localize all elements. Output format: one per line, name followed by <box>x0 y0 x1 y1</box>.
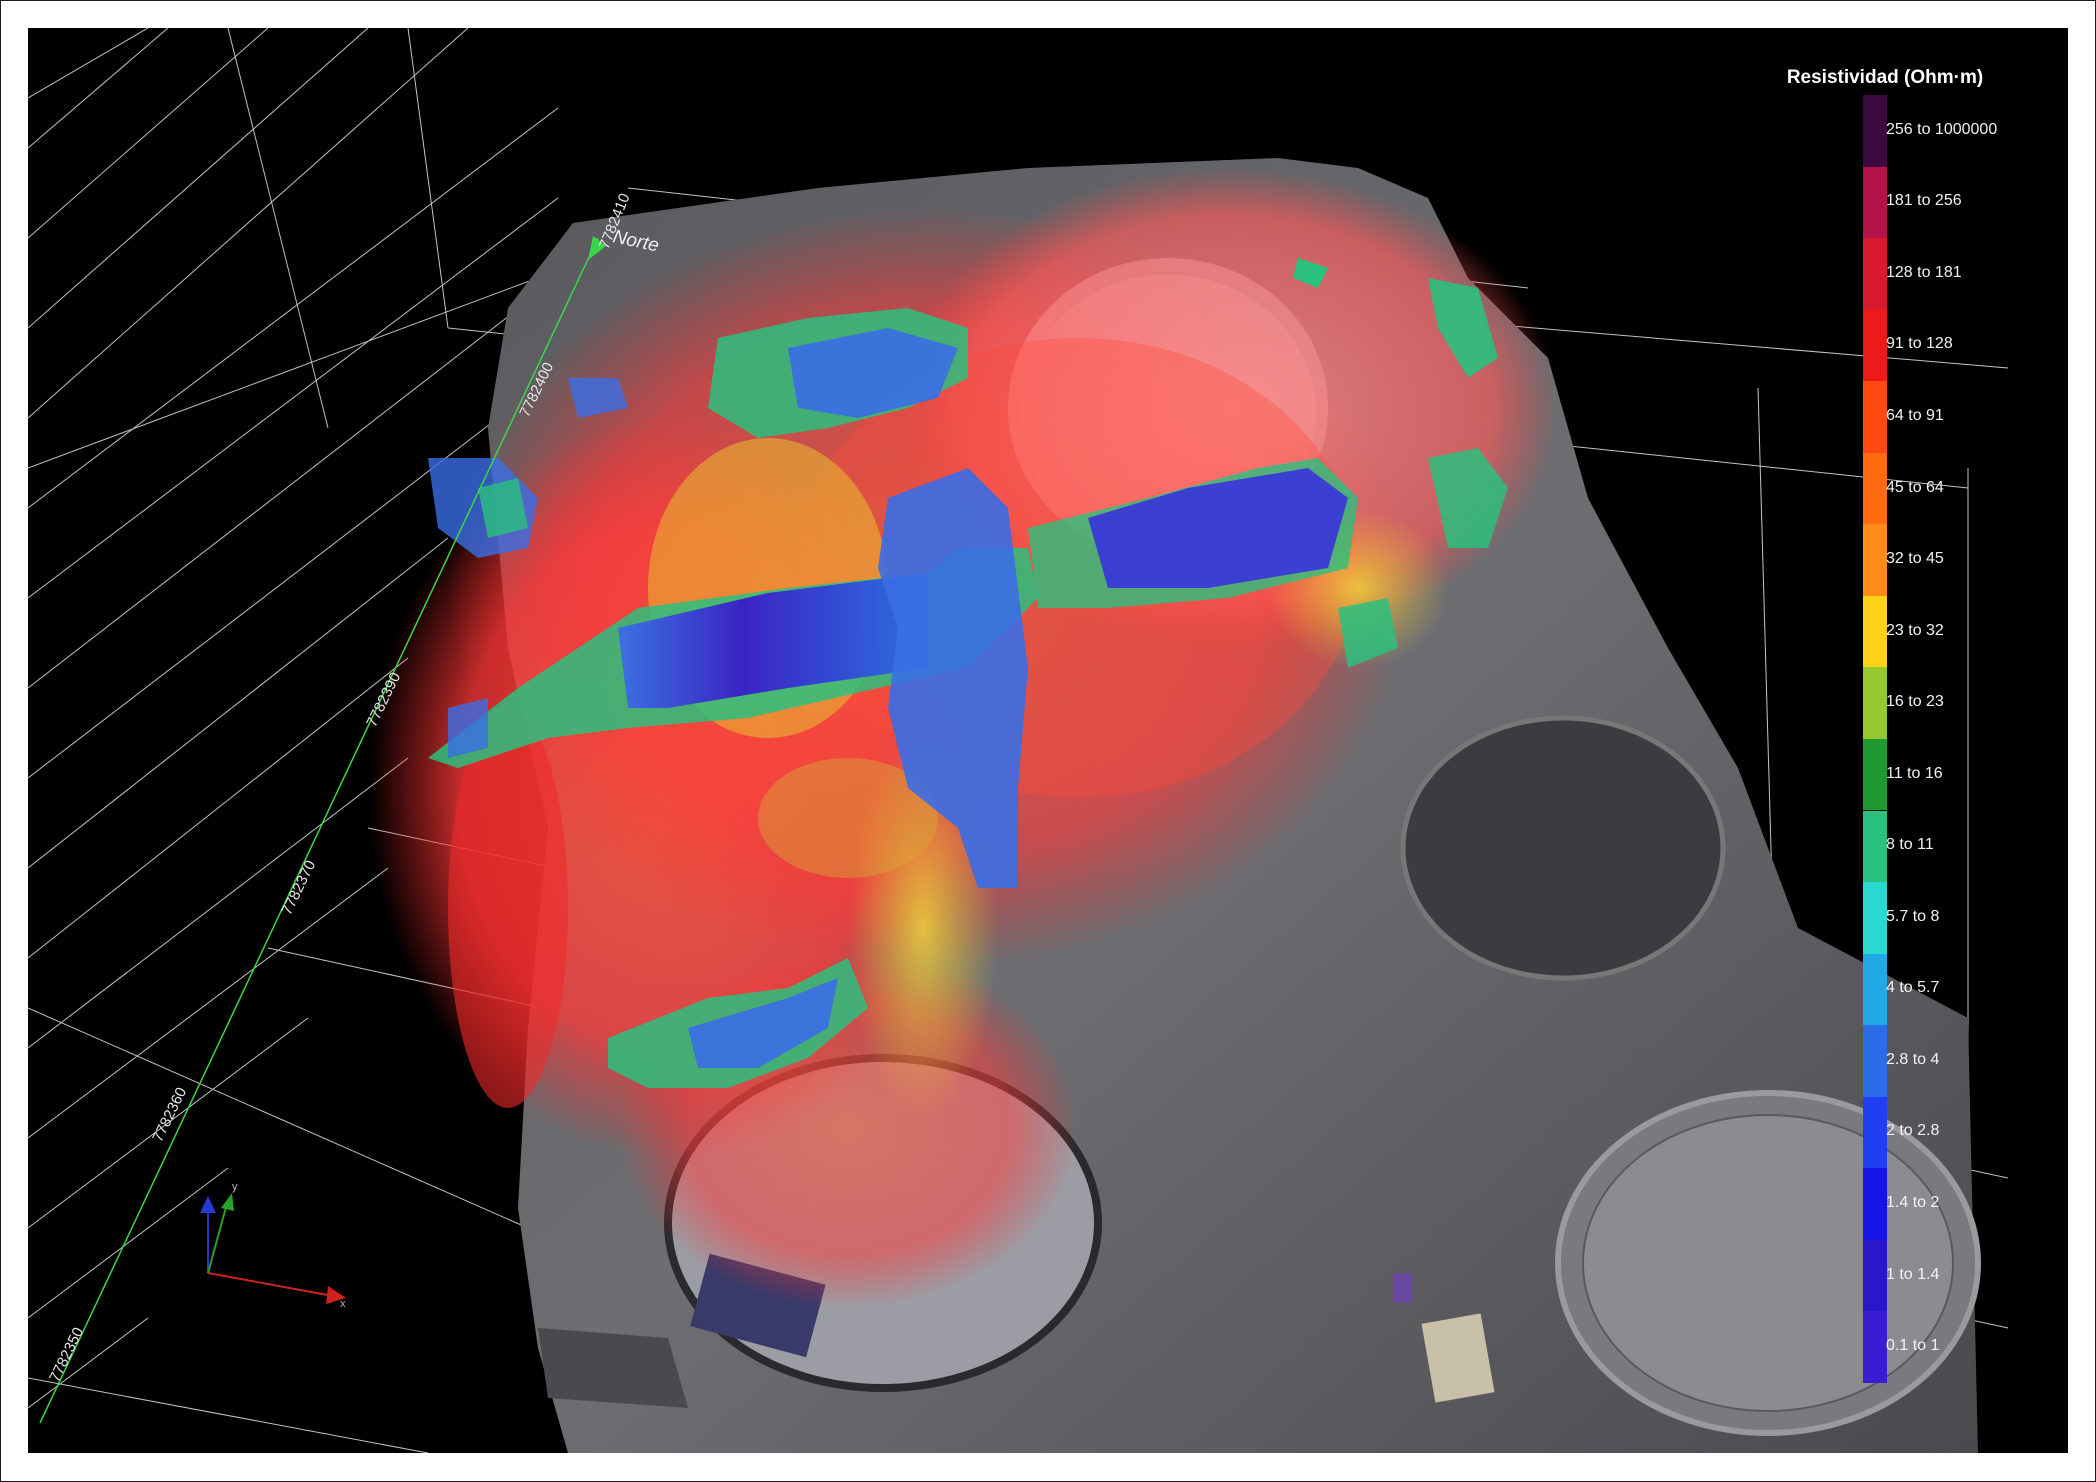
resistivity-3d-scene[interactable]: Norte 7782410 7782400 7782390 7782370 77… <box>28 28 2068 1453</box>
tank-outline <box>1400 715 1726 981</box>
grid-label: 7782360 <box>149 1085 190 1145</box>
z-axis-arrow-icon <box>200 1196 216 1213</box>
x-axis-letter: x <box>340 1298 346 1310</box>
grid-label: 7782350 <box>46 1325 87 1385</box>
orientation-triad: x y <box>200 1181 346 1310</box>
y-axis-arrow-icon <box>221 1193 234 1211</box>
3d-viewport[interactable]: Norte 7782410 7782400 7782390 7782370 77… <box>28 28 2068 1453</box>
grid-label: 7782370 <box>278 858 319 918</box>
y-axis-letter: y <box>232 1181 238 1193</box>
figure-frame: Norte 7782410 7782400 7782390 7782370 77… <box>0 0 2096 1482</box>
